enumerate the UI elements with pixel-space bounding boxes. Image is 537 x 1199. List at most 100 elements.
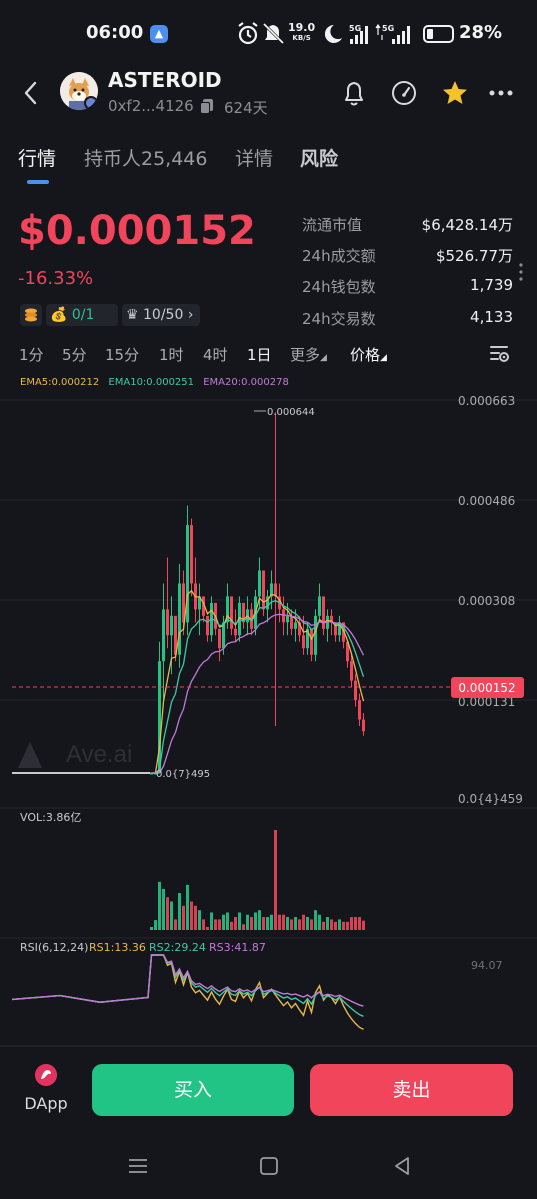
- volume-bar: [338, 919, 341, 930]
- low-marker: 0.0{7}495: [150, 769, 210, 780]
- stat-wallets: 24h钱包数 1,739: [302, 276, 517, 300]
- interval-1h[interactable]: 1时: [159, 344, 184, 365]
- home-icon[interactable]: [257, 1154, 281, 1178]
- copy-icon[interactable]: [199, 98, 215, 114]
- rsi-tick: 94.07: [471, 959, 503, 972]
- volume-bar: [326, 917, 329, 930]
- rsi1-line: [11, 954, 364, 1030]
- stats-more-icon[interactable]: [518, 262, 524, 282]
- rsi-legend: RSI(6,12,24) RS1:13.36 RS2:29.24 RS3:41.…: [20, 941, 503, 972]
- rank-chip[interactable]: ♛ 10/50 ›: [122, 304, 200, 326]
- volume-bar: [346, 921, 349, 930]
- volume-bar: [194, 905, 197, 930]
- volume-bar: [250, 917, 253, 930]
- buy-button[interactable]: 买入: [92, 1064, 294, 1116]
- rsi3-line: [11, 954, 364, 1007]
- dropdown-caret-icon: ◢: [380, 353, 387, 363]
- token-header: ASTEROID 0xf2...4126 624天: [0, 68, 537, 128]
- owner-chip[interactable]: 💰 0/1: [46, 304, 118, 326]
- volume-bar: [302, 914, 305, 930]
- sell-button[interactable]: 卖出: [310, 1064, 513, 1116]
- stat-label: 24h钱包数: [302, 278, 376, 296]
- volume-bar: [274, 830, 277, 930]
- gauge-icon[interactable]: [389, 78, 419, 108]
- interval-1d[interactable]: 1日: [247, 344, 272, 365]
- bell-off-icon: [262, 22, 285, 45]
- interval-price[interactable]: 价格◢: [350, 344, 387, 365]
- stat-label: 24h成交额: [302, 247, 376, 265]
- watermark-logo-icon: [18, 742, 42, 768]
- status-bar: 06:00 ▲ 5G 5G 19.0 KB/S 28%: [0, 0, 537, 68]
- tab-risk[interactable]: 风险: [300, 144, 338, 171]
- rsi-rs2: RS2:29.24: [149, 941, 206, 954]
- stat-value: $526.77万: [435, 247, 513, 265]
- stat-trades: 24h交易数 4,133: [302, 308, 517, 332]
- volume-bar: [242, 924, 245, 930]
- volume-bar: [310, 919, 313, 930]
- interval-5m[interactable]: 5分: [62, 344, 87, 365]
- dapp-logo-icon: [35, 1064, 57, 1086]
- dapp-button[interactable]: DApp: [22, 1064, 70, 1114]
- volume-bar: [330, 919, 333, 930]
- dapp-label: DApp: [24, 1094, 68, 1113]
- volume-bar: [182, 905, 185, 930]
- volume-bar: [166, 897, 169, 930]
- volume-bar: [262, 917, 265, 930]
- star-icon[interactable]: [440, 78, 470, 108]
- candle: [350, 661, 353, 681]
- back-icon[interactable]: [20, 78, 42, 108]
- chart-settings-icon[interactable]: [487, 342, 511, 366]
- candle: [262, 570, 265, 610]
- volume-bar: [298, 919, 301, 930]
- ema20-line: [151, 613, 365, 774]
- dropdown-caret-icon: ◢: [320, 353, 327, 363]
- volume-bar: [238, 912, 241, 930]
- interval-4h[interactable]: 4时: [203, 344, 228, 365]
- tab-holders[interactable]: 持币人25,446: [84, 144, 207, 171]
- interval-bar: 1分 5分 15分 1时 4时 1日 更多◢ 价格◢: [0, 340, 537, 370]
- volume-bar: [234, 917, 237, 930]
- volume-bar: [318, 914, 321, 930]
- candle: [258, 570, 261, 597]
- volume-bar: [314, 910, 317, 930]
- tab-bar: 行情 持币人25,446 详情 风险: [0, 138, 537, 188]
- candle: [318, 596, 321, 616]
- candle: [218, 628, 221, 649]
- tab-details[interactable]: 详情: [235, 144, 273, 171]
- svg-text:5G: 5G: [349, 24, 361, 33]
- y-tick: 0.0{4}459: [458, 792, 523, 806]
- volume-bar: [322, 921, 325, 930]
- interval-price-label: 价格: [350, 346, 381, 364]
- menu-icon[interactable]: [126, 1154, 150, 1178]
- battery-percent: 28%: [459, 22, 503, 43]
- rsi2-line: [11, 954, 364, 1017]
- tab-indicator: [27, 180, 49, 184]
- candle: [322, 596, 325, 629]
- volume-bar: [354, 917, 357, 930]
- price-chart[interactable]: Ave.ai 0.000663 0.000486 0.000308 0.0001…: [0, 372, 537, 1048]
- volume-bar: [334, 921, 337, 930]
- interval-1m[interactable]: 1分: [19, 344, 44, 365]
- volume-bar: [170, 901, 173, 930]
- y-tick: 0.000308: [458, 594, 515, 608]
- interval-more[interactable]: 更多◢: [290, 344, 327, 365]
- token-age: 624天: [224, 99, 268, 117]
- more-icon[interactable]: [487, 78, 517, 108]
- tab-market[interactable]: 行情: [18, 144, 56, 171]
- back-nav-icon[interactable]: [390, 1154, 414, 1178]
- moon-icon: [324, 24, 342, 43]
- badge-chips: 💰 0/1 ♛ 10/50 ›: [20, 304, 200, 328]
- signal-5g-icon-2: 5G: [375, 23, 410, 44]
- watermark: Ave.ai: [18, 741, 132, 768]
- bell-icon[interactable]: [339, 78, 369, 108]
- volume-bar: [158, 881, 161, 930]
- net-speed: 19.0 KB/S: [288, 22, 315, 43]
- volume-bar: [178, 893, 181, 930]
- interval-15m[interactable]: 15分: [105, 344, 139, 365]
- system-nav-bar: [0, 1140, 537, 1192]
- volume-bar: [270, 914, 273, 930]
- coins-icon[interactable]: [20, 304, 42, 326]
- token-avatar[interactable]: [60, 72, 98, 110]
- volume-bar: [350, 917, 353, 930]
- volume-bar: [154, 920, 157, 930]
